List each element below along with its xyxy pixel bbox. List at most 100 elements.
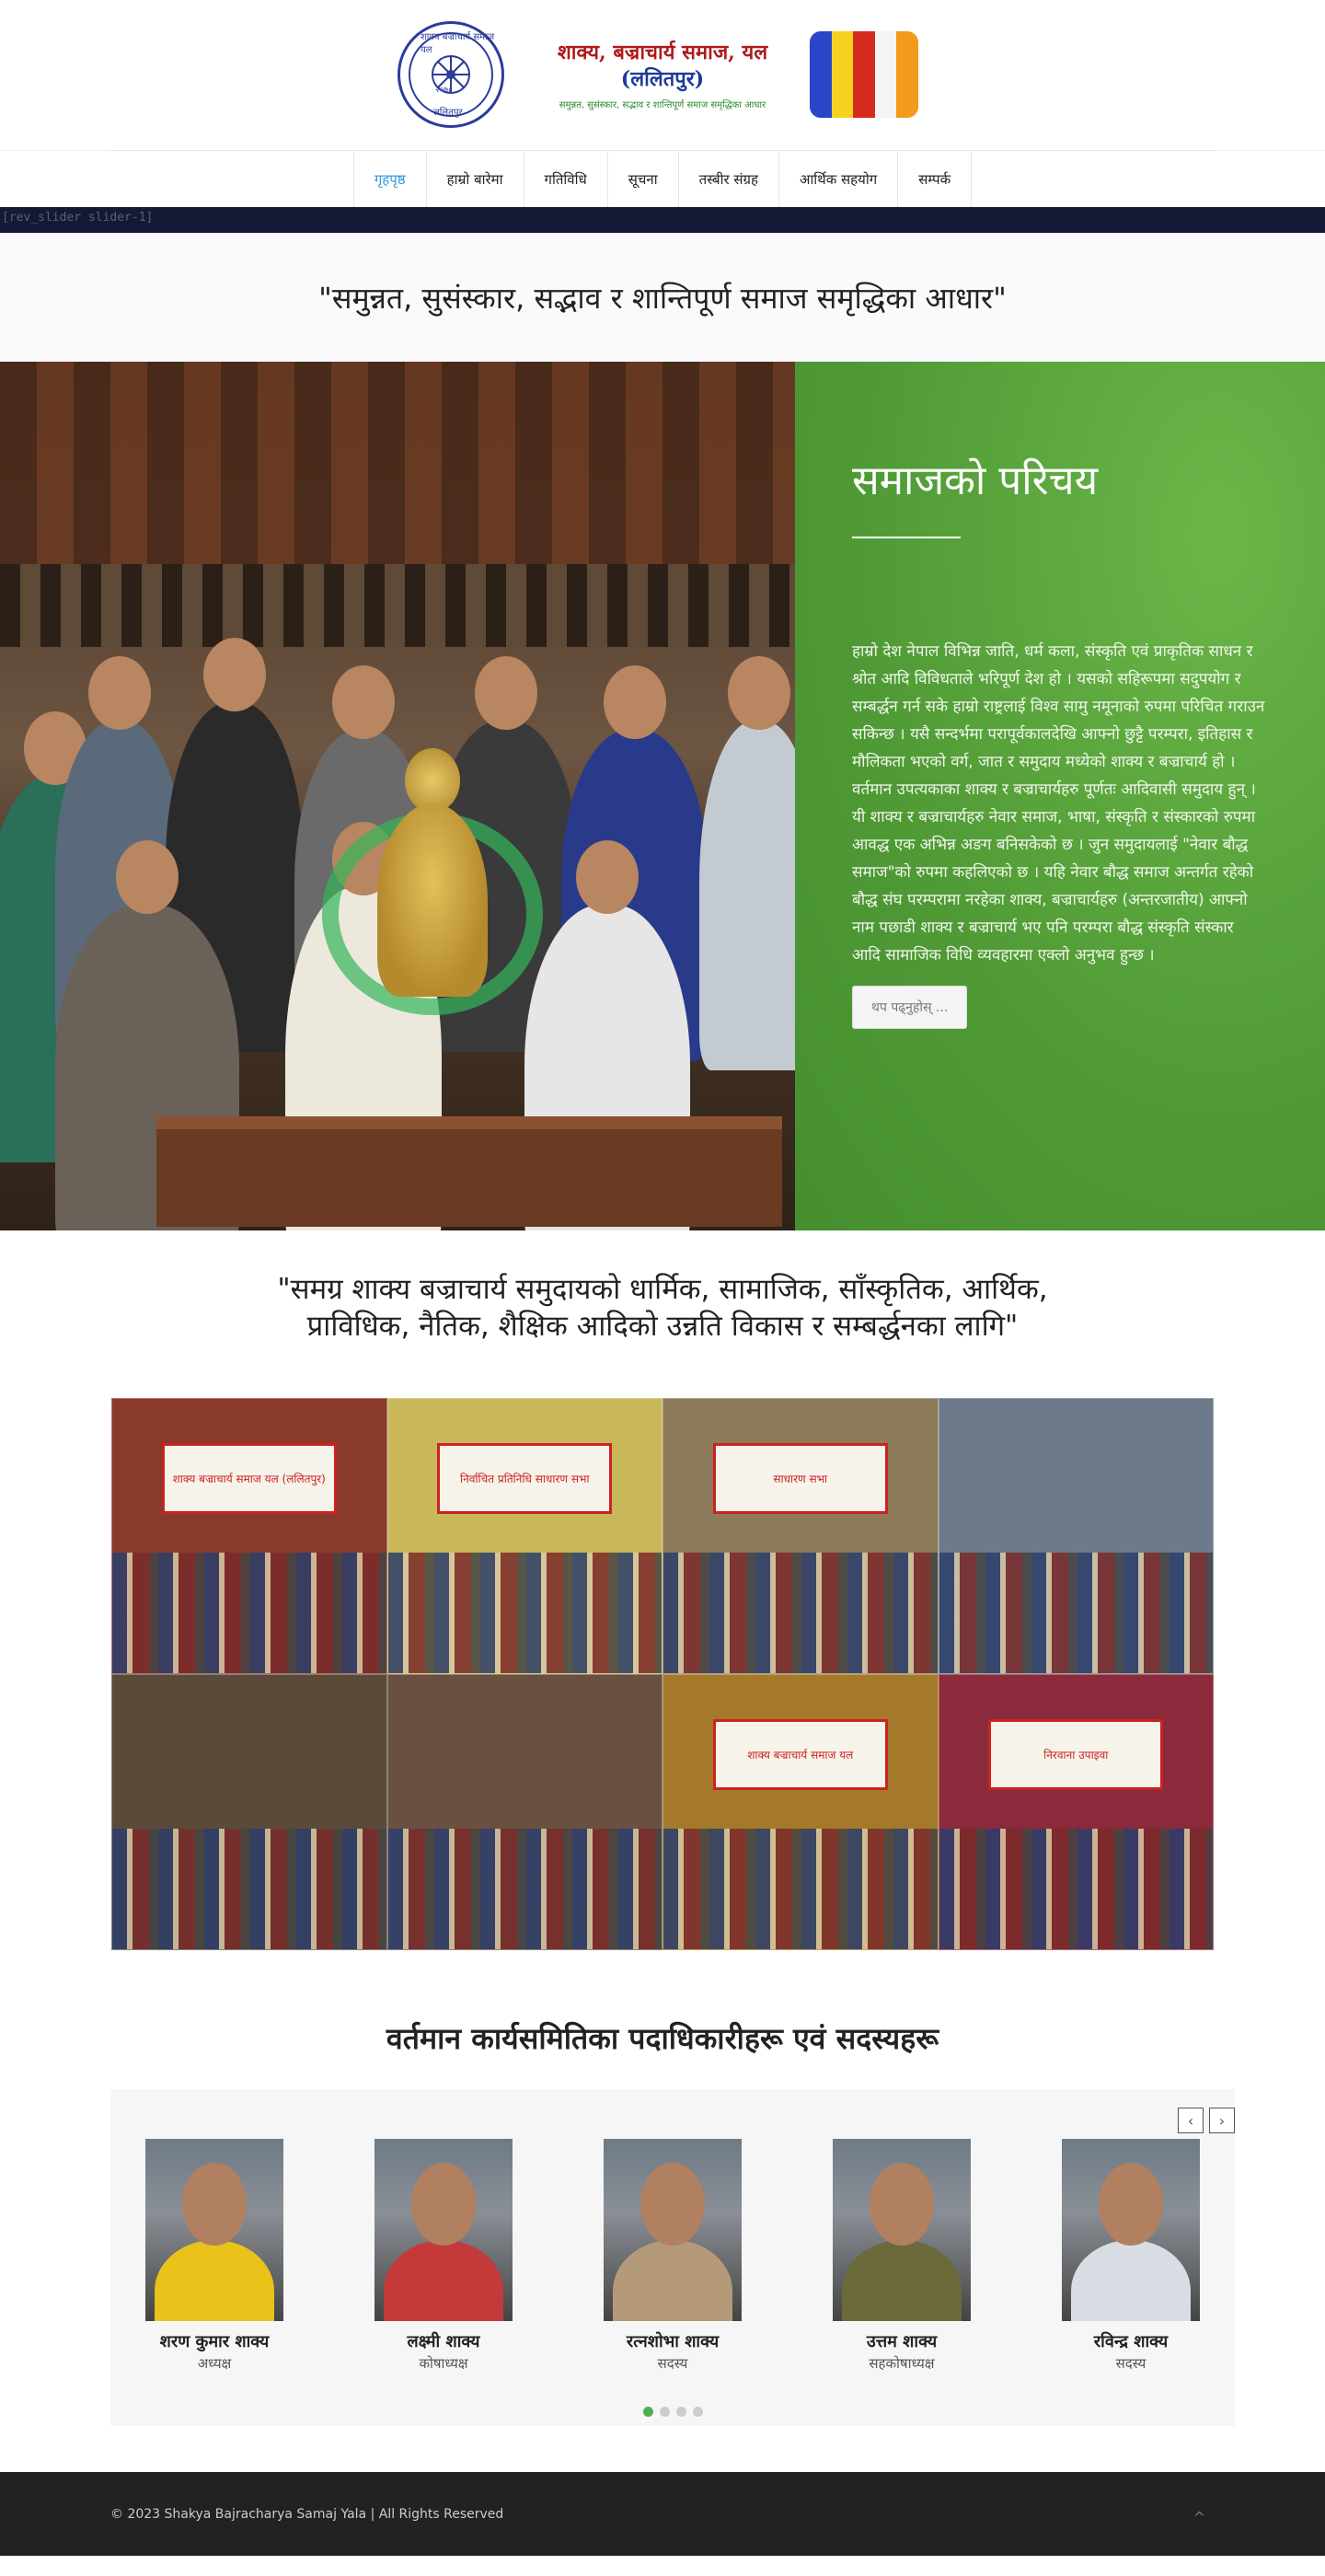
seal-top-text: शाक्य बज्राचार्य समाज यल [421, 32, 495, 55]
carousel-prev-icon[interactable]: ‹ [1178, 2108, 1204, 2133]
member-card[interactable]: रत्नशोभा शाक्य सदस्य [604, 2139, 742, 2373]
person-head [576, 840, 639, 914]
gallery-crowd [387, 1552, 662, 1673]
site-tagline: समुन्नत, सुसंस्कार, सद्भाव र शान्तिपूर्ण… [559, 100, 766, 110]
member-face [182, 2163, 247, 2246]
logo-text-block: शाक्य, बज्राचार्य समाज, यल (ललितपुर) समु… [504, 39, 810, 110]
flag-stripe-orange [896, 31, 918, 118]
member-photo [604, 2139, 742, 2321]
gallery-photo[interactable] [111, 1674, 387, 1950]
member-name: रत्नशोभा शाक्य [626, 2332, 720, 2351]
flag-stripe-white [874, 31, 897, 118]
nav-item-2[interactable]: गतिविधि [523, 151, 607, 207]
buddha-statue [322, 748, 543, 1052]
intro-section: समाजको परिचय हाम्रो देश नेपाल विभिन्न जा… [0, 362, 1325, 1230]
main-nav: गृहपृष्ठ हाम्रो बारेमा गतिविधि सूचना तस्बीर … [0, 150, 1325, 207]
person-head [116, 840, 179, 914]
member-role: सदस्य [1115, 2355, 1146, 2372]
carousel-dot[interactable] [659, 2407, 670, 2417]
nav-item-5[interactable]: आर्थिक सहयोग [778, 151, 897, 207]
member-body [1071, 2240, 1191, 2321]
member-card[interactable]: उत्तम शाक्य सहकोषाध्यक्ष [833, 2139, 971, 2373]
mission-quote-line-1: "समग्र शाक्य बज्राचार्य समुदायको धार्मिक… [277, 1273, 1048, 1306]
samaj-seal-logo: शाक्य बज्राचार्य समाज यल २०७८ ललितपुर [398, 21, 504, 128]
gallery-photo[interactable]: साधारण सभा [662, 1398, 939, 1674]
buddhist-flag-icon [810, 31, 918, 118]
carousel-dot[interactable] [642, 2407, 653, 2417]
gallery-photo[interactable] [386, 1674, 662, 1950]
site-logo[interactable]: शाक्य बज्राचार्य समाज यल २०७८ ललितपुर शा… [398, 20, 918, 129]
member-name: शरण कुमार शाक्य [159, 2332, 270, 2351]
person-head [203, 638, 266, 711]
photo-gallery: शाक्य बज्राचार्य समाज यल (ललितपुर) निर्वा… [111, 1398, 1214, 1950]
site-subtitle: (ललितपुर) [620, 67, 705, 91]
member-card[interactable]: लक्ष्मी शाक्य कोषाध्यक्ष [374, 2139, 513, 2373]
gallery-crowd [939, 1552, 1213, 1673]
member-name: लक्ष्मी शाक्य [407, 2332, 480, 2351]
member-card[interactable]: शरण कुमार शाक्य अध्यक्ष [145, 2139, 283, 2373]
gallery-crowd [387, 1828, 662, 1949]
intro-title: समाजको परिचय [852, 457, 1099, 504]
member-list: शरण कुमार शाक्य अध्यक्ष लक्ष्मी शाक्य कोषाध… [145, 2139, 1200, 2373]
intro-underline [852, 537, 961, 538]
header-divider [110, 150, 1215, 151]
carousel-dot[interactable] [692, 2407, 703, 2417]
nav-item-1[interactable]: हाम्रो बारेमा [425, 151, 524, 207]
intro-paragraph-1: हाम्रो देश नेपाल विभिन्न जाति, धर्म कला,… [852, 642, 1265, 771]
member-photo [1062, 2139, 1200, 2321]
gallery-crowd [112, 1552, 386, 1673]
intro-body: हाम्रो देश नेपाल विभिन्न जाति, धर्म कला,… [852, 638, 1266, 969]
gallery-banner-text: निर्वाचित प्रतिनिधि साधारण सभा [437, 1442, 613, 1515]
member-photo [145, 2139, 283, 2321]
read-more-button[interactable]: थप पढ्नुहोस् ... [852, 986, 968, 1029]
copyright-text: © 2023 Shakya Bajracharya Samaj Yala | A… [110, 2506, 504, 2522]
intro-paragraph-2: वर्तमान उपत्यकाका शाक्य र बज्राचार्यहरु … [852, 780, 1256, 965]
flag-stripe-yellow [831, 31, 854, 118]
site-footer: © 2023 Shakya Bajracharya Samaj Yala | A… [0, 2472, 1325, 2556]
back-to-top-icon[interactable]: ^ [1193, 2509, 1205, 2526]
gallery-photo[interactable]: शाक्य बज्राचार्य समाज यल [662, 1674, 939, 1950]
statue-body [377, 803, 488, 997]
person-head [332, 665, 395, 739]
nav-item-0[interactable]: गृहपृष्ठ [352, 151, 426, 207]
gallery-banner-text: शाक्य बज्राचार्य समाज यल (ललितपुर) [161, 1442, 337, 1515]
gallery-photo[interactable]: निरवाना उपाइवा [938, 1674, 1214, 1950]
seal-year: २०७८ [435, 86, 453, 95]
slider-shortcode-placeholder: [rev_slider slider-1] [0, 207, 1325, 233]
carousel-next-icon[interactable]: › [1209, 2108, 1235, 2133]
gallery-crowd [939, 1828, 1213, 1949]
gallery-photo[interactable]: निर्वाचित प्रतिनिधि साधारण सभा [386, 1398, 662, 1674]
carousel-dot[interactable] [675, 2407, 686, 2417]
nav-item-4[interactable]: तस्बीर संग्रह [677, 151, 778, 207]
member-photo [374, 2139, 513, 2321]
member-body [155, 2240, 274, 2321]
member-body [842, 2240, 962, 2321]
member-role: कोषाध्यक्ष [419, 2355, 468, 2372]
committee-carousel: ‹ › शरण कुमार शाक्य अध्यक्ष लक्ष्मी शाक्य क… [110, 2089, 1235, 2426]
nav-item-6[interactable]: सम्पर्क [897, 151, 973, 207]
member-face [1099, 2163, 1163, 2246]
member-face [640, 2163, 705, 2246]
committee-title: वर्तमान कार्यसमितिका पदाधिकारीहरू एवं सद… [386, 2021, 939, 2056]
gallery-photo[interactable] [938, 1398, 1214, 1674]
site-title: शाक्य, बज्राचार्य समाज, यल [557, 40, 768, 64]
intro-panel: समाजको परिचय हाम्रो देश नेपाल विभिन्न जा… [795, 362, 1325, 1230]
gallery-photo[interactable]: शाक्य बज्राचार्य समाज यल (ललितपुर) [111, 1398, 387, 1674]
flag-stripe-blue [810, 31, 832, 118]
ceremony-table [156, 1116, 782, 1227]
gallery-banner-text: शाक्य बज्राचार्य समाज यल [712, 1718, 888, 1791]
member-card[interactable]: रविन्द्र शाक्य सदस्य [1062, 2139, 1200, 2373]
carousel-dots [110, 2407, 1235, 2417]
member-face [411, 2163, 476, 2246]
gallery-crowd [663, 1828, 938, 1949]
member-body [613, 2240, 732, 2321]
person-head [604, 665, 666, 739]
member-role: अध्यक्ष [197, 2355, 232, 2372]
nav-item-3[interactable]: सूचना [606, 151, 678, 207]
member-photo [833, 2139, 971, 2321]
mission-quote-line-2: प्राविधिक, नैतिक, शैक्षिक आदिको उन्नति व… [306, 1310, 1019, 1343]
intro-group-photo [0, 362, 795, 1230]
member-face [870, 2163, 934, 2246]
member-name: रविन्द्र शाक्य [1093, 2332, 1169, 2351]
gallery-crowd [112, 1828, 386, 1949]
